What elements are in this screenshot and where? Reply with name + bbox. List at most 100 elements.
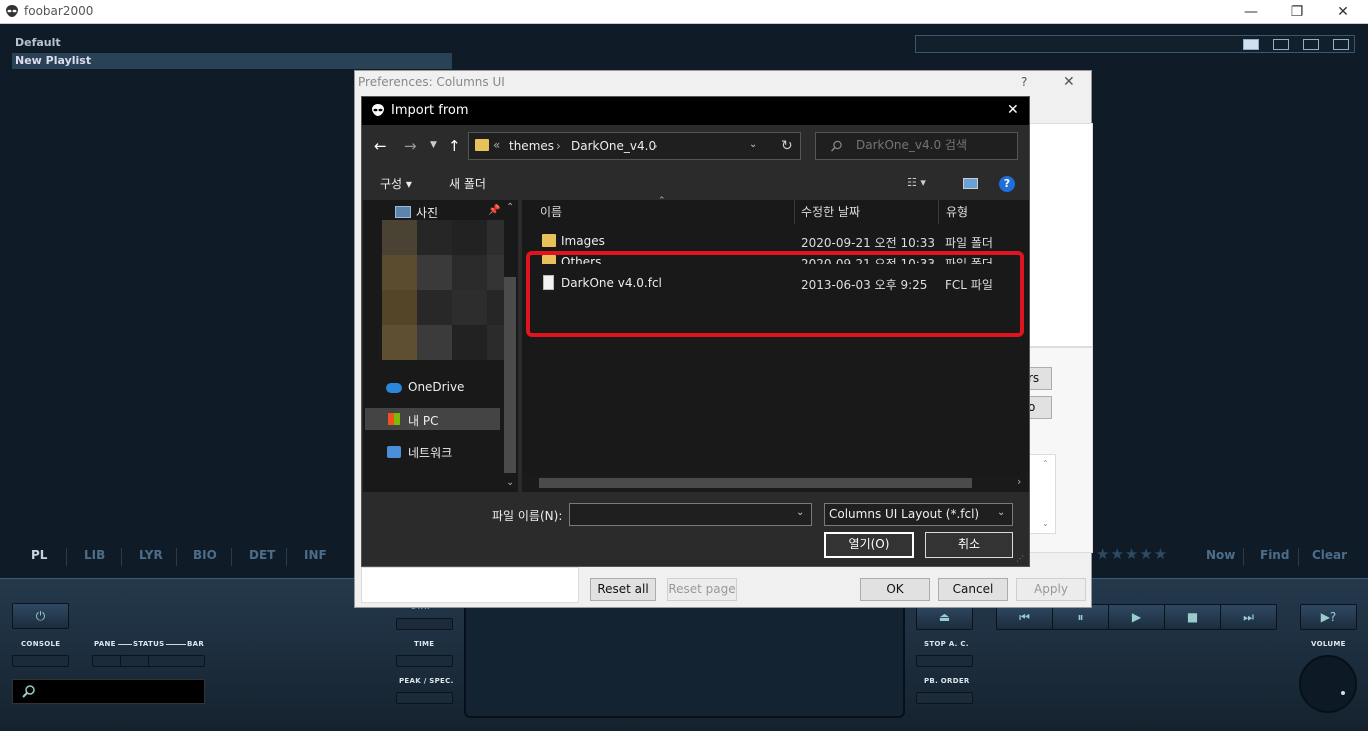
nav-scroll-down-icon[interactable]: ⌄ <box>506 477 514 488</box>
horizontal-scrollbar-thumb[interactable] <box>539 478 972 488</box>
pb-order-toggle[interactable] <box>916 692 973 704</box>
file-date: 2020-09-21 오전 10:33 <box>801 236 936 250</box>
open-button[interactable]: 열기(O) <box>824 532 914 558</box>
forward-arrow-icon[interactable]: → <box>404 137 417 155</box>
console-toggle[interactable] <box>12 655 69 667</box>
tree-bottom <box>361 567 579 603</box>
search-input[interactable] <box>856 138 1016 152</box>
filter-dropdown-icon[interactable]: ⌄ <box>997 507 1005 518</box>
horizontal-scrollbar[interactable]: › <box>522 475 1029 491</box>
play-button[interactable]: ▶ <box>1108 604 1165 630</box>
app-title: foobar2000 <box>24 4 94 18</box>
stop-button[interactable]: ■ <box>1164 604 1221 630</box>
tab-bio[interactable]: BIO <box>193 548 217 562</box>
nav-my-pc[interactable]: 내 PC <box>408 412 438 429</box>
help-icon[interactable]: ? <box>999 176 1015 192</box>
blurred-thumbnail <box>417 290 452 325</box>
bar-toggle[interactable] <box>148 655 205 667</box>
tab-lyr[interactable]: LYR <box>139 548 163 562</box>
layout-2-icon[interactable] <box>1273 39 1289 50</box>
pictures-icon <box>395 206 411 218</box>
highlight-box <box>526 251 1024 337</box>
peak-toggle[interactable] <box>396 692 453 704</box>
stop-ac-toggle[interactable] <box>916 655 973 667</box>
address-dropdown-icon[interactable]: ⌄ <box>749 139 757 150</box>
visualization-panel <box>464 600 905 718</box>
preferences-close-button[interactable]: ✕ <box>1063 74 1075 90</box>
tab-divider <box>1243 548 1244 566</box>
tab-lib[interactable]: LIB <box>84 548 105 562</box>
recent-chevron-icon[interactable]: ▼ <box>430 140 437 150</box>
nav-scroll-up-icon[interactable]: ⌃ <box>506 202 514 213</box>
nav-network[interactable]: 네트워크 <box>408 444 452 461</box>
scroll-up-icon[interactable]: ⌃ <box>1042 459 1049 468</box>
scroll-right-icon[interactable]: › <box>1017 475 1021 488</box>
search-field[interactable] <box>815 132 1018 160</box>
foobar-alien-icon <box>6 5 18 17</box>
cancel-import-button[interactable]: 취소 <box>925 532 1013 558</box>
column-date[interactable]: 수정한 날짜 <box>801 203 860 220</box>
stop-ac-label: STOP A. C. <box>924 640 969 648</box>
preview-pane-icon[interactable] <box>963 178 978 189</box>
label-line <box>166 644 186 645</box>
address-bar[interactable]: « themes › DarkOne_v4.0 › ⌄ ↻ <box>468 132 801 160</box>
tab-det[interactable]: DET <box>249 548 275 562</box>
cancel-button[interactable]: Cancel <box>938 578 1008 601</box>
scroll-down-icon[interactable]: ⌄ <box>1042 519 1049 528</box>
layout-3-icon[interactable] <box>1303 39 1319 50</box>
blurred-thumbnail <box>452 325 487 360</box>
filename-dropdown-icon[interactable]: ⌄ <box>796 507 804 518</box>
next-button[interactable]: ⏭ <box>1220 604 1277 630</box>
search-icon <box>22 685 35 698</box>
up-arrow-icon[interactable]: ↑ <box>448 137 461 155</box>
layout-1-icon[interactable] <box>1243 39 1259 50</box>
breadcrumb-darkone[interactable]: DarkOne_v4.0 <box>571 139 656 153</box>
time-toggle[interactable] <box>396 655 453 667</box>
rating-stars[interactable]: ★★★★★ <box>1096 545 1168 563</box>
status-toggle-2[interactable] <box>396 618 453 630</box>
playlist-tab-default[interactable]: Default <box>12 35 452 51</box>
tab-find[interactable]: Find <box>1260 548 1289 562</box>
blurred-thumbnail <box>382 290 417 325</box>
refresh-icon[interactable]: ↻ <box>781 138 793 154</box>
help-button[interactable]: ? <box>1021 75 1027 89</box>
playlist-tab-new[interactable]: New Playlist <box>12 53 452 69</box>
volume-knob[interactable] <box>1299 655 1357 713</box>
close-window-button[interactable]: ✕ <box>1320 0 1366 24</box>
resize-grip-icon[interactable]: ⋰ <box>1016 554 1024 563</box>
filename-input[interactable]: ⌄ <box>569 503 812 526</box>
nav-pictures[interactable]: 사진 <box>416 204 438 221</box>
peak-label: PEAK / SPEC. <box>399 677 454 685</box>
restore-button[interactable]: ❐ <box>1274 0 1320 24</box>
back-arrow-icon[interactable]: ← <box>374 137 387 155</box>
tab-inf[interactable]: INF <box>304 548 327 562</box>
file-name: Images <box>561 234 605 248</box>
view-options-icon[interactable]: ☷ ▾ <box>907 176 926 189</box>
column-type[interactable]: 유형 <box>946 203 968 220</box>
import-close-button[interactable]: ✕ <box>1007 102 1019 118</box>
file-row[interactable]: Images 2020-09-21 오전 10:33 파일 폴더 <box>532 231 1022 251</box>
nav-onedrive[interactable]: OneDrive <box>408 380 464 394</box>
apply-button[interactable]: Apply <box>1016 578 1086 601</box>
organize-button[interactable]: 구성 ▾ <box>380 175 412 192</box>
random-button[interactable]: ▶? <box>1300 604 1357 630</box>
tab-pl[interactable]: PL <box>31 548 47 562</box>
tab-divider <box>231 548 232 566</box>
label-line <box>118 644 132 645</box>
layout-4-icon[interactable] <box>1333 39 1349 50</box>
reset-page-button[interactable]: Reset page <box>667 578 737 601</box>
tab-divider <box>121 548 122 566</box>
file-type-select[interactable]: Columns UI Layout (*.fcl) ⌄ <box>824 503 1013 526</box>
nav-scrollbar-thumb[interactable] <box>504 277 516 473</box>
tab-clear[interactable]: Clear <box>1312 548 1347 562</box>
tab-now[interactable]: Now <box>1206 548 1235 562</box>
reset-all-button[interactable]: Reset all <box>590 578 656 601</box>
ok-button[interactable]: OK <box>860 578 930 601</box>
breadcrumb-themes[interactable]: themes <box>509 139 554 153</box>
library-search-box[interactable] <box>12 679 205 704</box>
minimize-button[interactable]: — <box>1228 0 1274 24</box>
column-name[interactable]: 이름 <box>540 203 562 220</box>
power-button[interactable]: ⏻ <box>12 603 69 629</box>
new-folder-button[interactable]: 새 폴더 <box>449 175 486 192</box>
pin-icon[interactable]: 📌 <box>488 205 500 216</box>
